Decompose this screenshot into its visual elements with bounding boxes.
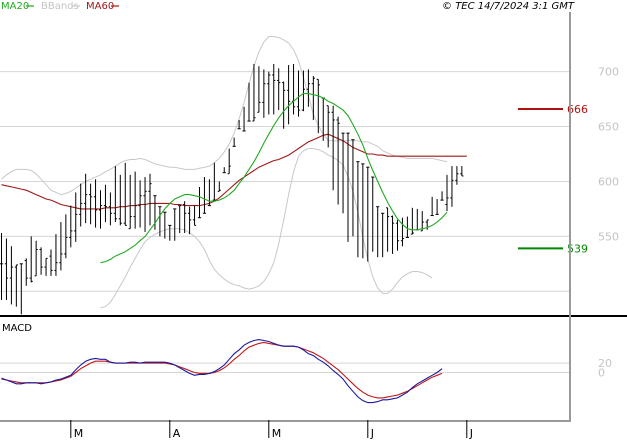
ohlc-bar	[49, 249, 53, 276]
price-tick-label: 600	[598, 175, 619, 188]
price-panel: 550 600 650 700 666539	[0, 36, 619, 315]
ohlc-bar	[202, 177, 207, 214]
stock-chart: MA20 BBands MA60 © TEC 14/7/2024 3:1 GMT…	[0, 1, 627, 440]
ohlc-bar	[197, 186, 202, 219]
ohlc-bar	[430, 196, 434, 216]
ohlc-bar	[93, 179, 98, 228]
ohlc-bar	[395, 219, 400, 251]
ohlc-bar	[113, 166, 117, 223]
ohlc-bar	[188, 206, 192, 235]
ohlc-bar	[59, 222, 63, 271]
month-label: M	[272, 427, 282, 440]
ohlc-bar	[103, 184, 108, 223]
legend-ma60-label: MA60	[86, 1, 114, 12]
ma20-line-group	[100, 93, 448, 264]
ohlc-bar	[54, 234, 58, 276]
ohlc-bar	[44, 257, 48, 276]
ohlc-bar	[415, 208, 419, 231]
ohlc-bar	[277, 68, 281, 111]
ohlc-bar	[123, 162, 127, 226]
ohlc-bars	[0, 63, 464, 315]
ohlc-bar	[108, 192, 112, 226]
price-tick-label: 700	[598, 66, 619, 79]
ohlc-bar	[128, 174, 132, 230]
ohlc-bar	[371, 176, 375, 252]
ohlc-bar	[217, 181, 221, 192]
macd-signal-line	[1, 341, 443, 399]
ohlc-bar	[79, 183, 83, 227]
ohlc-bar	[450, 166, 454, 207]
ohlc-bar	[376, 206, 380, 258]
ohlc-bar	[435, 199, 439, 215]
ohlc-bar	[296, 70, 301, 117]
macd-y-axis: 020	[598, 357, 612, 379]
level-markers: 666539	[518, 103, 588, 255]
ohlc-bar	[14, 264, 18, 307]
month-label: J	[469, 427, 473, 440]
ohlc-bar	[390, 215, 395, 254]
ohlc-bar	[192, 205, 197, 226]
ohlc-bar	[69, 205, 73, 248]
right-axis-border	[569, 12, 571, 420]
ohlc-bar	[311, 76, 315, 120]
ohlc-bar	[282, 81, 286, 129]
ohlc-bar	[222, 167, 226, 174]
ma20-line	[100, 93, 448, 264]
ohlc-bar	[19, 263, 23, 315]
ohlc-bar	[227, 148, 231, 175]
ohlc-bar	[341, 132, 345, 214]
macd-line	[1, 339, 443, 404]
ohlc-bar	[420, 211, 424, 232]
ohlc-bar	[0, 233, 4, 301]
macd-title: MACD	[2, 323, 32, 334]
ohlc-bar	[445, 174, 449, 212]
month-label: J	[370, 427, 374, 440]
ohlc-bar	[321, 97, 325, 141]
ohlc-bar	[252, 63, 256, 122]
ohlc-bar	[118, 174, 122, 226]
ohlc-bar	[257, 66, 261, 113]
month-label: A	[173, 427, 181, 440]
ohlc-bar	[460, 166, 464, 177]
ohlc-bar	[400, 217, 405, 247]
ohlc-bar	[262, 69, 266, 118]
x-axis-months: MAMJJ	[70, 420, 473, 440]
ohlc-bar	[386, 207, 390, 252]
ohlc-bar	[287, 65, 291, 125]
ohlc-bar	[89, 183, 93, 225]
price-tick-label: 650	[598, 121, 619, 134]
macd-lines	[1, 339, 443, 404]
ohlc-bar	[168, 224, 172, 241]
ohlc-bar	[39, 247, 43, 275]
bottom-axis-bar	[0, 420, 571, 422]
legend-ma20-label: MA20	[1, 1, 29, 12]
ohlc-bar	[24, 258, 28, 286]
ohlc-bar	[267, 71, 271, 115]
ohlc-bar	[232, 137, 236, 147]
ohlc-bar	[381, 212, 385, 258]
price-tick-label: 550	[598, 230, 619, 243]
ohlc-bar	[316, 78, 320, 134]
ohlc-bar	[346, 132, 350, 242]
ohlc-bar	[440, 191, 444, 201]
ohlc-bar	[331, 105, 335, 191]
macd-panel: MACD 020	[0, 323, 612, 404]
chart-header: MA20 BBands MA60 © TEC 14/7/2024 3:1 GMT	[1, 1, 575, 12]
ohlc-bar	[133, 171, 137, 229]
macd-gridlines	[0, 362, 569, 373]
macd-tick-label: 20	[598, 357, 612, 370]
price-y-axis: 550 600 650 700	[598, 66, 619, 244]
ohlc-bar	[34, 240, 38, 277]
copyright-label: © TEC 14/7/2024 3:1 GMT	[442, 1, 575, 12]
ohlc-bar	[163, 211, 167, 239]
month-label: M	[74, 427, 84, 440]
ohlc-bar	[29, 236, 33, 283]
ohlc-bar	[336, 116, 340, 205]
ohlc-bar	[301, 70, 306, 112]
ohlc-bar	[242, 106, 246, 132]
ohlc-bar	[9, 246, 13, 305]
ohlc-bar	[74, 192, 78, 242]
